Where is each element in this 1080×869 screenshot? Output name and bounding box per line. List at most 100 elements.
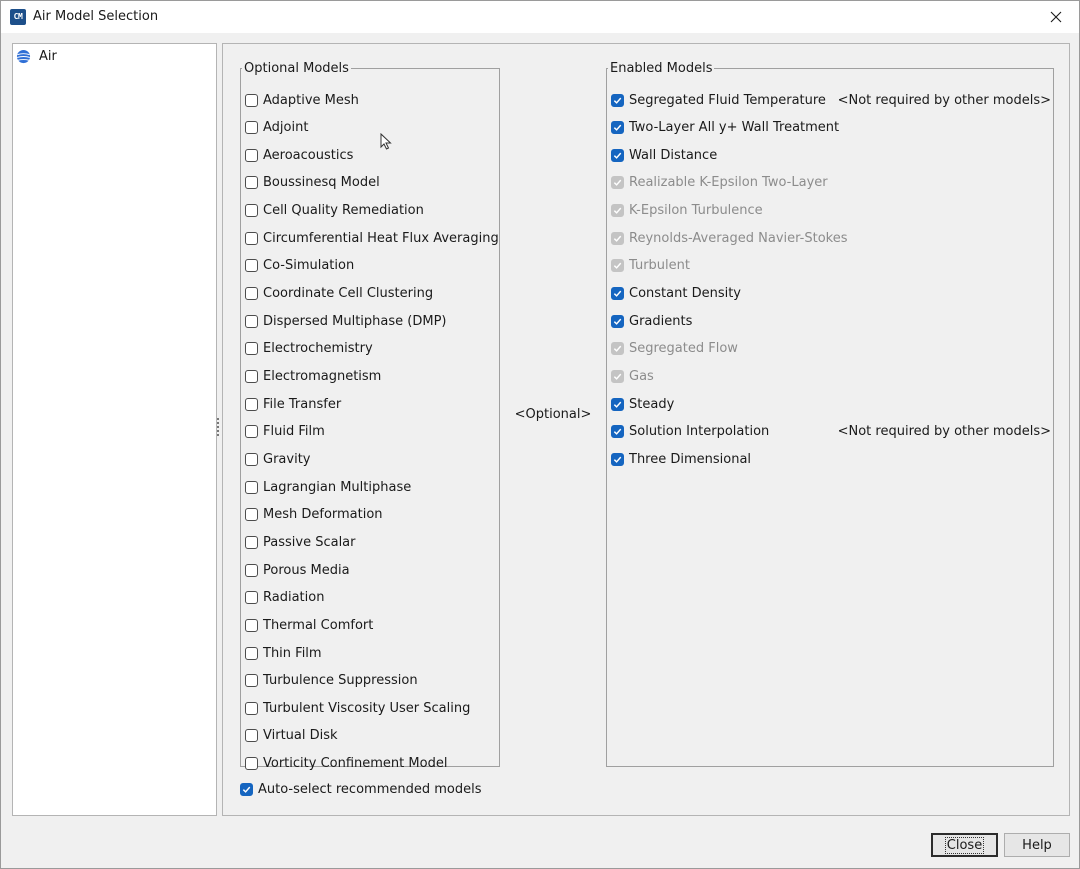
optional-model-item[interactable]: Adjoint <box>245 118 308 138</box>
checkbox-box[interactable] <box>245 535 258 549</box>
optional-model-item[interactable]: Electromagnetism <box>245 367 381 387</box>
checkbox-box[interactable] <box>245 204 258 218</box>
model-label: Vorticity Confinement Model <box>263 756 448 772</box>
checkbox-box[interactable] <box>245 757 258 771</box>
model-label: K-Epsilon Turbulence <box>629 203 763 219</box>
checkbox-box <box>611 259 624 273</box>
checkbox-box[interactable] <box>611 93 624 107</box>
checkbox-box[interactable] <box>245 729 258 743</box>
checkbox-box[interactable] <box>240 782 253 796</box>
checkbox-box[interactable] <box>245 93 258 107</box>
optional-model-item[interactable]: Electrochemistry <box>245 339 373 359</box>
checkbox-box[interactable] <box>245 259 258 273</box>
optional-models-legend: Optional Models <box>244 61 349 76</box>
tree-item-air[interactable]: Air <box>16 47 57 65</box>
model-label: Electromagnetism <box>263 369 382 384</box>
checkbox-box[interactable] <box>245 452 258 466</box>
checkbox-box[interactable] <box>245 480 258 494</box>
enabled-model-item[interactable]: Two-Layer All y+ Wall Treatment <box>611 118 839 138</box>
optional-model-item[interactable]: Cell Quality Remediation <box>245 201 424 221</box>
optional-model-item[interactable]: Vorticity Confinement Model <box>245 754 447 774</box>
checkbox-box[interactable] <box>245 508 258 522</box>
enabled-model-item: Realizable K-Epsilon Two-Layer <box>611 173 828 193</box>
optional-model-item[interactable]: Radiation <box>245 588 324 608</box>
checkbox-box[interactable] <box>245 591 258 605</box>
optional-model-item[interactable]: Thin Film <box>245 643 322 663</box>
close-window-button[interactable] <box>1033 1 1079 33</box>
close-icon <box>1050 11 1062 23</box>
optional-model-item[interactable]: File Transfer <box>245 394 341 414</box>
checkbox-box[interactable] <box>611 425 624 439</box>
optional-model-item[interactable]: Gravity <box>245 449 310 469</box>
optional-model-item[interactable]: Thermal Comfort <box>245 615 373 635</box>
model-label: Adjoint <box>263 120 309 136</box>
checkbox-box[interactable] <box>245 425 258 439</box>
enabled-model-item: Turbulent <box>611 256 690 276</box>
checkbox-box[interactable] <box>245 342 258 356</box>
checkbox-box[interactable] <box>245 563 258 577</box>
checkbox-box <box>611 231 624 245</box>
optional-model-item[interactable]: Circumferential Heat Flux Averaging <box>245 228 499 248</box>
checkbox-box[interactable] <box>611 452 624 466</box>
checkbox-box[interactable] <box>245 701 258 715</box>
checkbox-box[interactable] <box>245 618 258 632</box>
checkbox-box[interactable] <box>245 231 258 245</box>
model-label: Solution Interpolation <box>629 424 770 440</box>
enabled-model-item[interactable]: Segregated Fluid Temperature <box>611 90 826 110</box>
auto-select-checkbox[interactable]: Auto-select recommended models <box>240 779 481 799</box>
model-label: Realizable K-Epsilon Two-Layer <box>629 175 828 191</box>
model-label: File Transfer <box>263 396 342 412</box>
enabled-model-item[interactable]: Steady <box>611 394 674 414</box>
enabled-model-item[interactable]: Gradients <box>611 311 692 331</box>
checkbox-box <box>611 204 624 218</box>
checkbox-box[interactable] <box>611 314 624 328</box>
splitter-handle[interactable] <box>217 416 220 442</box>
optional-model-item[interactable]: Aeroacoustics <box>245 145 353 165</box>
close-button-label: Close <box>944 836 985 854</box>
checkbox-box[interactable] <box>611 287 624 301</box>
optional-model-item[interactable]: Co-Simulation <box>245 256 354 276</box>
optional-model-item[interactable]: Fluid Film <box>245 422 325 442</box>
enabled-model-item[interactable]: Three Dimensional <box>611 449 751 469</box>
model-label: Three Dimensional <box>629 451 752 467</box>
optional-model-item[interactable]: Porous Media <box>245 560 350 580</box>
optional-model-item[interactable]: Lagrangian Multiphase <box>245 477 411 497</box>
checkbox-box[interactable] <box>245 370 258 383</box>
checkbox-box[interactable] <box>245 176 258 190</box>
checkbox-box[interactable] <box>245 646 258 660</box>
enabled-models-group: Enabled Models Segregated Fluid Temperat… <box>606 61 1054 767</box>
optional-model-item[interactable]: Coordinate Cell Clustering <box>245 284 433 304</box>
optional-model-item[interactable]: Mesh Deformation <box>245 505 383 525</box>
title-bar[interactable]: CM Air Model Selection <box>1 1 1079 33</box>
enabled-model-item: Segregated Flow <box>611 339 738 359</box>
help-button[interactable]: Help <box>1004 833 1070 857</box>
optional-model-item[interactable]: Adaptive Mesh <box>245 90 359 110</box>
optional-model-item[interactable]: Dispersed Multiphase (DMP) <box>245 311 447 331</box>
checkbox-box <box>611 176 624 190</box>
checkbox-box[interactable] <box>611 121 624 135</box>
checkbox-box[interactable] <box>245 314 258 328</box>
optional-model-item[interactable]: Passive Scalar <box>245 532 356 552</box>
model-label: Boussinesq Model <box>263 175 380 191</box>
optional-model-item[interactable]: Turbulence Suppression <box>245 671 418 691</box>
optional-model-item[interactable]: Boussinesq Model <box>245 173 380 193</box>
checkbox-box[interactable] <box>245 287 258 301</box>
close-button[interactable]: Close <box>931 833 998 857</box>
model-label: Co-Simulation <box>263 258 355 274</box>
checkbox-box[interactable] <box>245 397 258 411</box>
checkbox-box[interactable] <box>245 121 258 135</box>
enabled-model-item[interactable]: Solution Interpolation <box>611 422 769 442</box>
checkbox-box[interactable] <box>611 148 624 162</box>
optional-models-group: Optional Models Adaptive Mesh Adjoint Aero… <box>240 61 500 771</box>
checkbox-box[interactable] <box>611 397 624 411</box>
optional-model-item[interactable]: Virtual Disk <box>245 726 338 746</box>
model-label: Turbulent Viscosity User Scaling <box>263 700 471 716</box>
checkbox-box[interactable] <box>245 674 258 688</box>
tree-item-label: Air <box>39 48 57 64</box>
checkbox-box[interactable] <box>245 148 258 162</box>
optional-model-item[interactable]: Turbulent Viscosity User Scaling <box>245 698 470 718</box>
enabled-model-item[interactable]: Wall Distance <box>611 145 717 165</box>
enabled-model-item[interactable]: Constant Density <box>611 284 741 304</box>
model-label: Fluid Film <box>263 424 325 440</box>
checkbox-box <box>611 370 624 383</box>
